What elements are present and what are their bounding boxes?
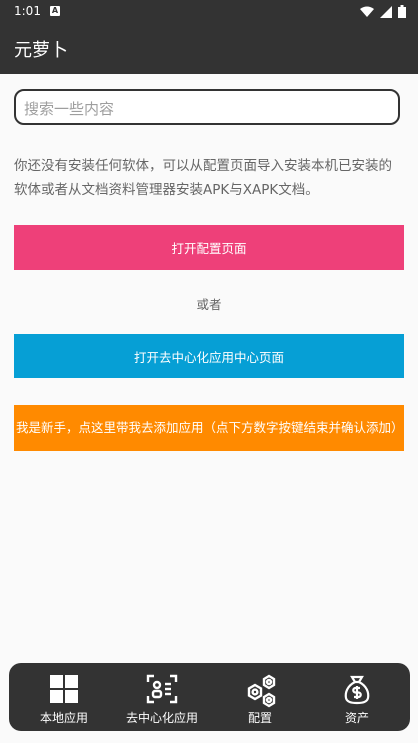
status-time: 1:01 — [14, 4, 41, 18]
scan-users-icon — [146, 674, 178, 704]
signal-icon — [380, 5, 392, 18]
newbie-guide-label: 我是新手，点这里带我去添加应用（点下方数字按键结束并确认添加） — [16, 420, 404, 435]
app-bar: 元萝卜 — [0, 24, 418, 74]
status-icons — [360, 5, 406, 18]
status-bar: 1:01 A — [0, 0, 418, 24]
nav-item-assets[interactable]: 资产 — [307, 663, 407, 731]
notification-a-icon: A — [50, 6, 60, 16]
nav-label-decentral-apps: 去中心化应用 — [125, 711, 198, 725]
or-label: 或者 — [196, 297, 222, 312]
newbie-guide-button[interactable]: 我是新手，点这里带我去添加应用（点下方数字按键结束并确认添加） — [14, 405, 404, 451]
app-title: 元萝卜 — [14, 40, 68, 61]
nav-item-decentral-apps[interactable]: 去中心化应用 — [112, 663, 212, 731]
search-input[interactable]: 搜索一些内容 — [14, 89, 400, 125]
search-placeholder: 搜索一些内容 — [24, 100, 115, 118]
bottom-nav: 本地应用 去中心化应用 配置 资产 — [9, 663, 410, 731]
open-config-label: 打开配置页面 — [171, 241, 247, 256]
nav-label-config: 配置 — [247, 711, 272, 725]
empty-state-message: 你还没有安装任何软体，可以从配置页面导入安装本机已安装的软体或者从文档资料管理器… — [14, 158, 392, 198]
nav-item-config[interactable]: 配置 — [210, 663, 310, 731]
nav-label-local-apps: 本地应用 — [39, 711, 88, 725]
nav-label-assets: 资产 — [344, 711, 369, 725]
gesture-area — [0, 735, 418, 743]
open-decentral-label: 打开去中心化应用中心页面 — [133, 349, 284, 365]
nav-item-local-apps[interactable]: 本地应用 — [14, 663, 114, 731]
grid-icon — [50, 675, 78, 703]
wifi-icon — [360, 6, 374, 17]
open-config-button[interactable]: 打开配置页面 — [14, 225, 404, 270]
money-bag-icon — [344, 675, 370, 705]
open-decentral-center-button[interactable]: 打开去中心化应用中心页面 — [14, 334, 404, 378]
hexagons-icon — [247, 674, 276, 708]
battery-icon — [398, 5, 406, 18]
